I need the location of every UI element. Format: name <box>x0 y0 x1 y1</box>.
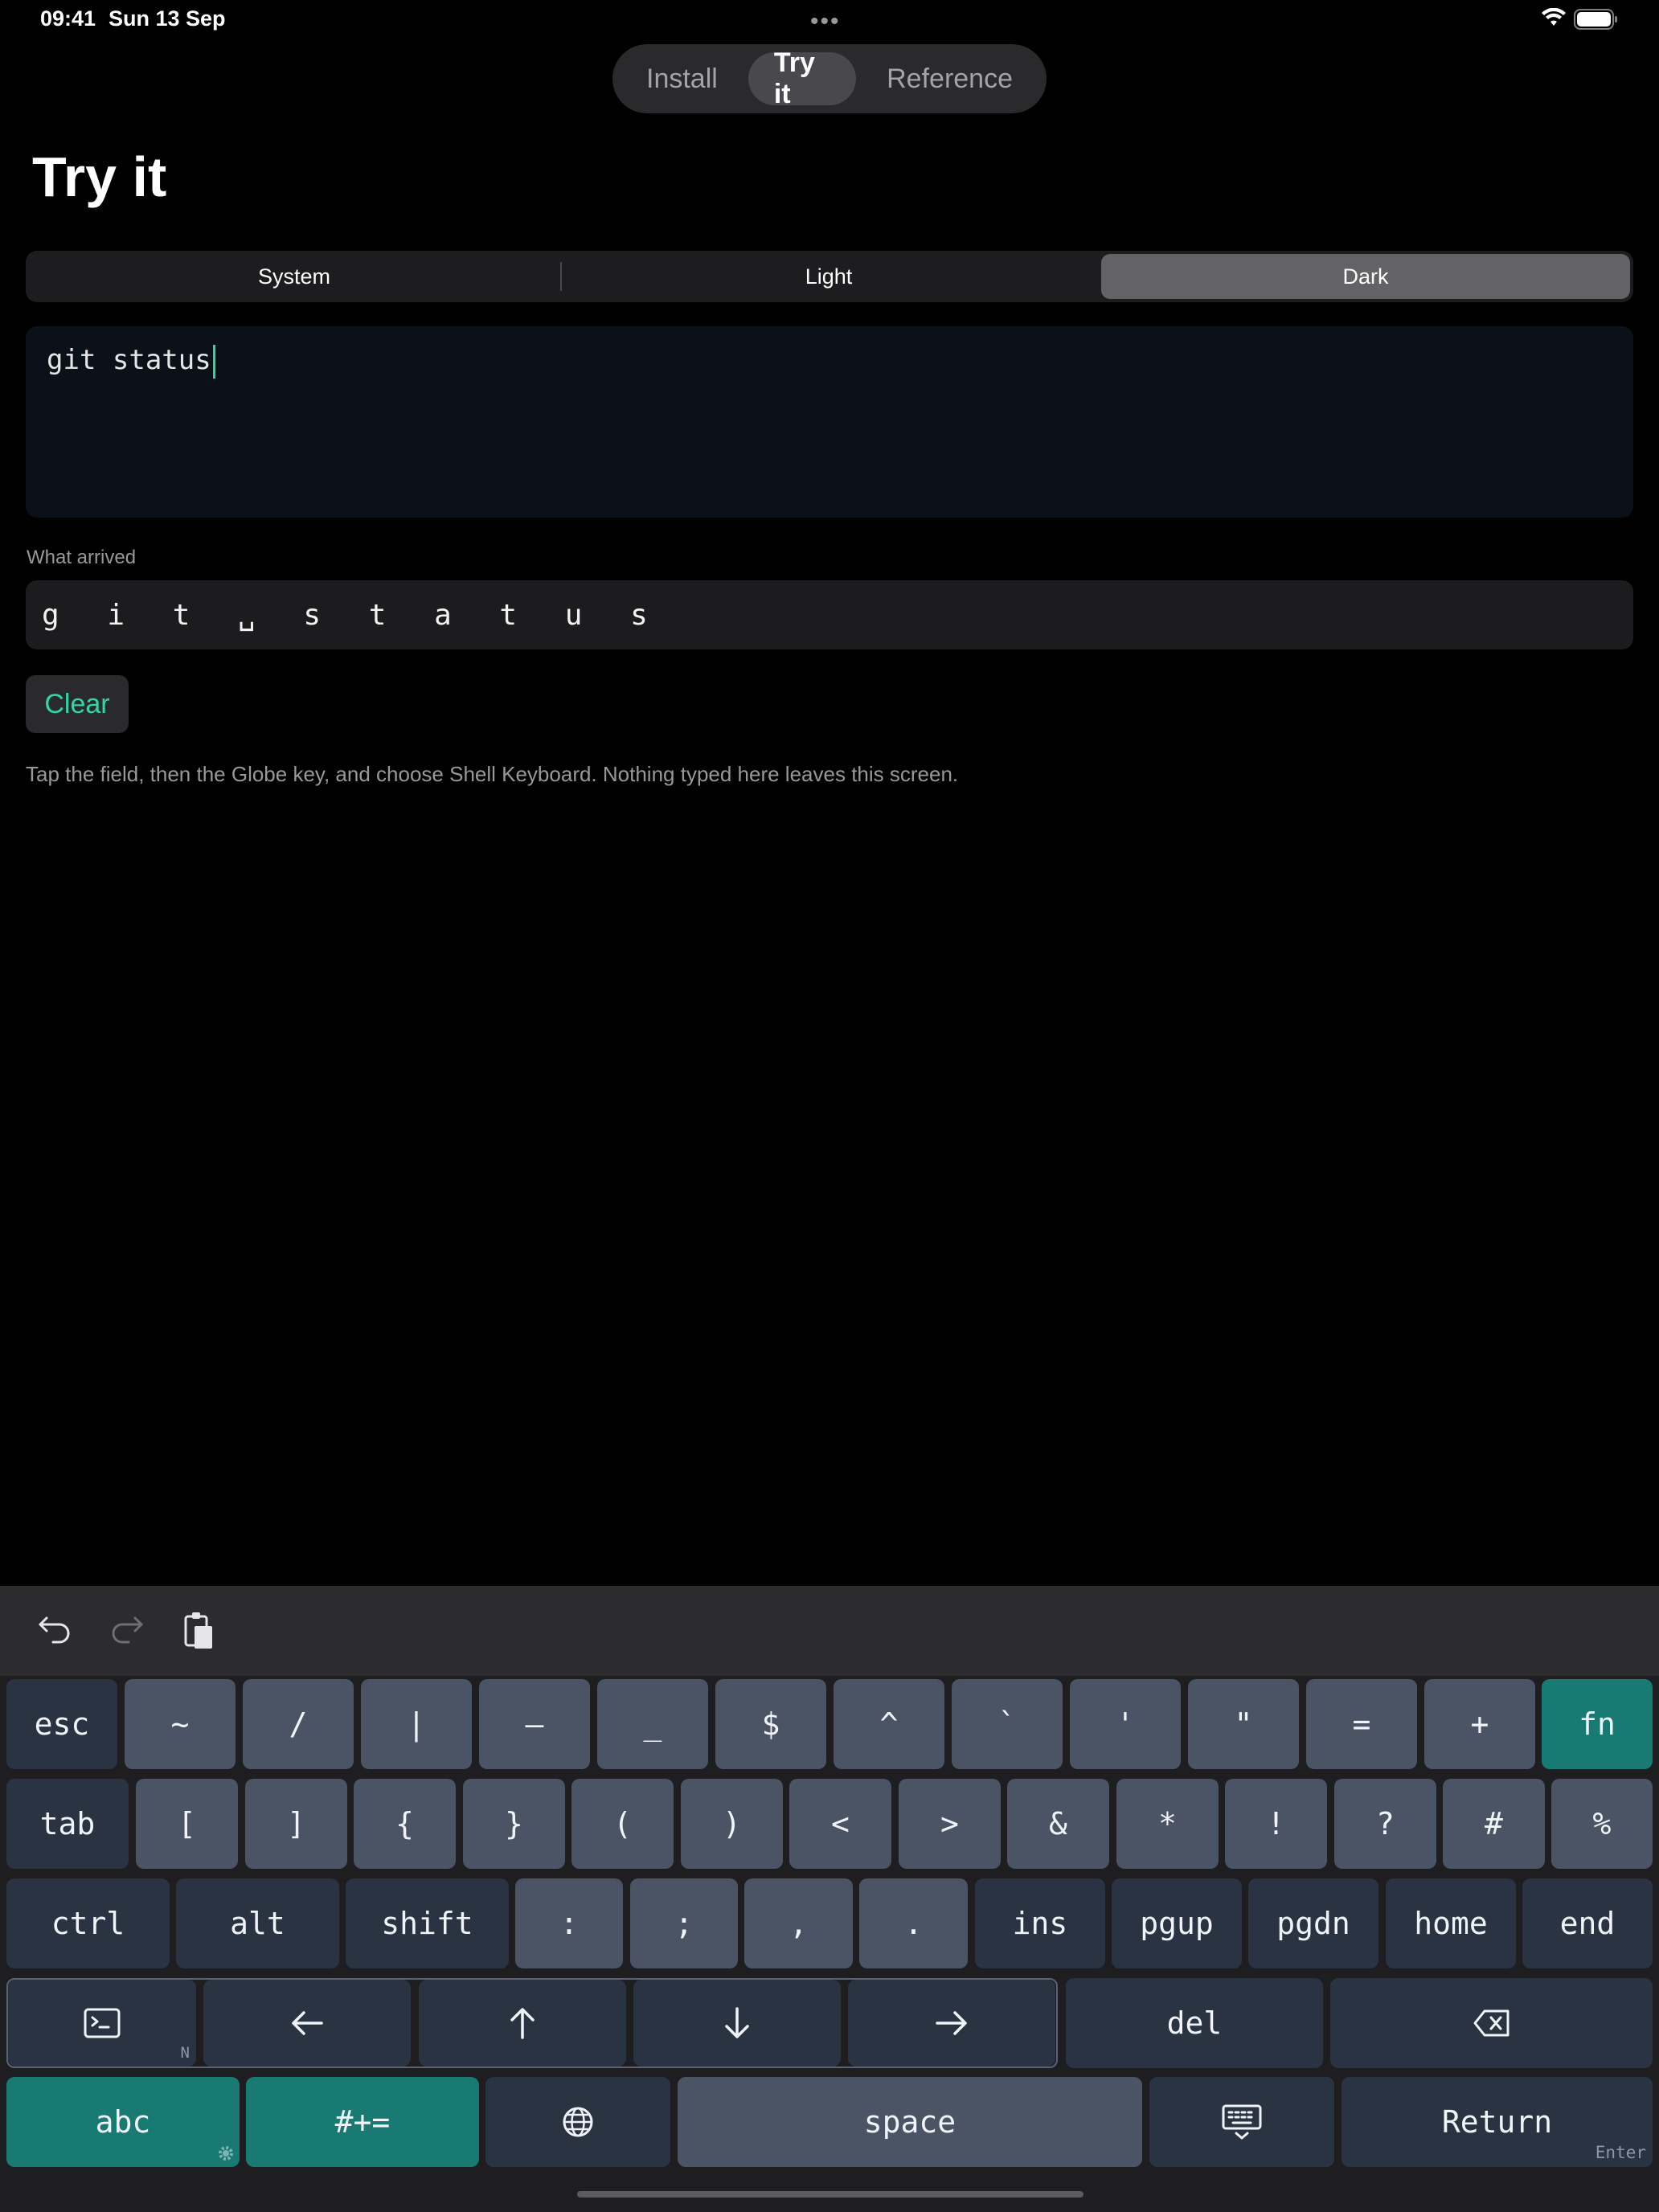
status-date: Sun 13 Sep <box>109 6 226 31</box>
what-arrived-label: What arrived <box>27 547 137 568</box>
key-exclamation[interactable]: ! <box>1225 1779 1327 1869</box>
key-tilde[interactable]: ~ <box>125 1679 236 1769</box>
clear-button[interactable]: Clear <box>26 675 129 733</box>
key-abc[interactable]: abc <box>6 2077 240 2167</box>
text-caret <box>212 344 215 379</box>
arrow-up-icon <box>510 2008 535 2039</box>
key-dash[interactable]: – <box>479 1679 590 1769</box>
wifi-icon <box>1542 7 1566 31</box>
theme-option-light[interactable]: Light <box>563 254 1095 299</box>
key-asterisk[interactable]: * <box>1116 1779 1219 1869</box>
backspace-icon <box>1473 2009 1509 2037</box>
key-del[interactable]: del <box>1066 1978 1323 2068</box>
key-pgdn[interactable]: pgdn <box>1248 1878 1378 1968</box>
key-period[interactable]: . <box>859 1878 968 1968</box>
shell-keyboard: esc ~ / | – _ $ ^ ` ' " = + fn tab [ ] {… <box>0 1586 1659 2212</box>
key-fn[interactable]: fn <box>1542 1679 1653 1769</box>
key-arrow-left[interactable] <box>203 1980 411 2067</box>
battery-icon <box>1574 9 1619 34</box>
key-percent[interactable]: % <box>1551 1779 1653 1869</box>
key-dollar[interactable]: $ <box>715 1679 826 1769</box>
terminal-mode-key[interactable]: N <box>8 1980 196 2067</box>
key-return[interactable]: Return Enter <box>1342 2077 1653 2167</box>
key-ctrl[interactable]: ctrl <box>6 1878 170 1968</box>
home-indicator <box>577 2191 1083 2198</box>
key-arrow-right[interactable] <box>848 1980 1055 2067</box>
key-left-brace[interactable]: { <box>354 1779 456 1869</box>
key-plus[interactable]: + <box>1424 1679 1535 1769</box>
segment-divider <box>560 262 562 291</box>
key-equals[interactable]: = <box>1306 1679 1417 1769</box>
theme-segmented-control: System Light Dark <box>26 251 1633 302</box>
gear-icon <box>219 2146 233 2161</box>
key-return-label: Return <box>1441 2104 1553 2140</box>
key-greater-than[interactable]: > <box>899 1779 1001 1869</box>
terminal-key-badge: N <box>180 2044 190 2062</box>
key-question[interactable]: ? <box>1334 1779 1436 1869</box>
key-arrow-down[interactable] <box>633 1980 841 2067</box>
key-left-paren[interactable]: ( <box>571 1779 674 1869</box>
key-return-sublabel: Enter <box>1595 2143 1646 2162</box>
key-pgup[interactable]: pgup <box>1112 1878 1242 1968</box>
terminal-input-field[interactable]: git status <box>26 326 1633 518</box>
arrow-left-icon <box>292 2011 323 2035</box>
tab-install[interactable]: Install <box>621 52 743 105</box>
tab-try-it[interactable]: Try it <box>748 47 857 109</box>
key-shift[interactable]: shift <box>346 1878 509 1968</box>
arrow-right-icon <box>936 2011 967 2035</box>
key-end[interactable]: end <box>1522 1878 1653 1968</box>
key-underscore[interactable]: _ <box>597 1679 708 1769</box>
tab-reference[interactable]: Reference <box>861 52 1038 105</box>
hint-text: Tap the field, then the Globe key, and c… <box>26 762 959 786</box>
key-comma[interactable]: , <box>744 1878 853 1968</box>
key-alt[interactable]: alt <box>176 1878 339 1968</box>
key-colon[interactable]: : <box>515 1878 623 1968</box>
theme-option-system[interactable]: System <box>29 254 559 299</box>
terminal-icon <box>84 2008 121 2038</box>
key-ins[interactable]: ins <box>975 1878 1105 1968</box>
top-tab-bar: Install Try it Reference <box>612 44 1047 113</box>
globe-icon <box>563 2107 593 2137</box>
key-pipe[interactable]: | <box>361 1679 472 1769</box>
page-title: Try it <box>32 145 167 208</box>
key-abc-label: abc <box>95 2104 151 2140</box>
key-semicolon[interactable]: ; <box>630 1878 738 1968</box>
key-right-paren[interactable]: ) <box>681 1779 783 1869</box>
undo-icon[interactable] <box>35 1610 74 1653</box>
key-backspace[interactable] <box>1330 1978 1653 2068</box>
key-globe[interactable] <box>485 2077 670 2167</box>
keyboard-dismiss-icon <box>1222 2104 1262 2140</box>
key-single-quote[interactable]: ' <box>1070 1679 1181 1769</box>
paste-icon[interactable] <box>180 1610 219 1656</box>
status-time: 09:41 <box>40 6 96 31</box>
what-arrived-output: g i t ␣ s t a t u s <box>26 580 1633 649</box>
key-esc[interactable]: esc <box>6 1679 117 1769</box>
key-caret[interactable]: ^ <box>834 1679 944 1769</box>
key-double-quote[interactable]: " <box>1188 1679 1299 1769</box>
key-right-bracket[interactable]: ] <box>245 1779 347 1869</box>
key-space[interactable]: space <box>678 2077 1142 2167</box>
redo-icon[interactable] <box>108 1610 146 1653</box>
key-slash[interactable]: / <box>243 1679 354 1769</box>
keyboard-toolbar <box>0 1586 1659 1676</box>
key-ampersand[interactable]: & <box>1007 1779 1109 1869</box>
key-symbols[interactable]: #+= <box>246 2077 479 2167</box>
key-backtick[interactable]: ` <box>952 1679 1063 1769</box>
theme-option-dark[interactable]: Dark <box>1101 254 1630 299</box>
key-right-brace[interactable]: } <box>463 1779 565 1869</box>
arrow-down-icon <box>725 2007 749 2038</box>
key-less-than[interactable]: < <box>789 1779 891 1869</box>
key-hash[interactable]: # <box>1443 1779 1545 1869</box>
multitasking-dots-icon[interactable]: ••• <box>810 8 841 35</box>
key-home[interactable]: home <box>1386 1878 1516 1968</box>
input-text: git status <box>47 344 211 376</box>
key-arrow-up[interactable] <box>419 1980 626 2067</box>
key-tab[interactable]: tab <box>6 1779 129 1869</box>
key-dismiss-keyboard[interactable] <box>1149 2077 1334 2167</box>
key-left-bracket[interactable]: [ <box>136 1779 238 1869</box>
